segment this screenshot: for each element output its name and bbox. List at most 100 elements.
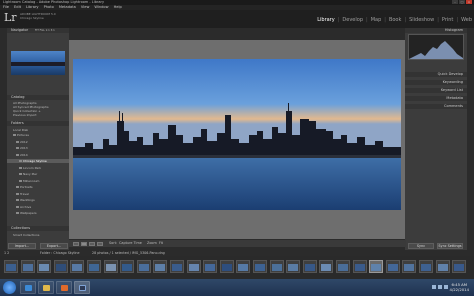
filmstrip-thumbnail[interactable] [70,260,85,273]
folder-item[interactable]: Lincoln Park [7,166,69,170]
filmstrip-thumbnail[interactable] [153,260,168,273]
filmstrip-thumbnail[interactable] [219,260,234,273]
close-button[interactable]: × [466,0,472,4]
folders-header[interactable]: Folders [7,121,69,126]
filmstrip-thumbnail[interactable] [352,260,367,273]
filmstrip-count: 28 photos / 1 selected / IMG_5306-Pano.d… [92,251,165,255]
folder-item[interactable]: Portraits [7,185,69,189]
maximize-button[interactable]: □ [459,0,465,4]
folder-icon [16,192,19,195]
catalog-item[interactable]: Previous Import [7,113,69,117]
filmstrip-thumbnail[interactable] [20,260,35,273]
keyword-list-header[interactable]: Keyword List [405,88,467,93]
navigator-modes[interactable]: FIT FILL 1:1 3:1 [35,29,55,32]
taskbar-explorer-icon[interactable] [38,281,54,294]
thumbnail-image [89,264,99,271]
loupe-view-icon[interactable] [81,242,87,246]
sync-settings-button[interactable]: Sync Settings [437,243,463,249]
filmstrip-thumbnail[interactable] [4,260,18,273]
filmstrip-thumbnail[interactable] [120,260,135,273]
building [341,135,347,157]
folder-item[interactable]: Millennium [7,179,69,183]
grid-view-icon[interactable] [73,242,79,246]
filmstrip-thumbnail[interactable] [452,260,467,273]
compare-view-icon[interactable] [89,242,95,246]
filmstrip-thumbnail[interactable] [419,260,433,273]
filmstrip-thumbnail[interactable] [369,260,384,273]
navigator-preview[interactable] [11,51,65,75]
folder-item[interactable]: Archive [7,205,69,209]
minimize-button[interactable]: – [452,0,458,4]
taskbar-lightroom-icon[interactable] [74,281,90,294]
loupe-view[interactable] [69,40,406,239]
folder-item[interactable]: Travel [7,192,69,196]
filmstrip-thumbnail[interactable] [236,260,251,273]
folder-item[interactable]: Weddings [7,198,69,202]
folder-item[interactable]: Chicago Skyline [7,159,69,163]
thumbnail-image [105,264,116,271]
filmstrip-thumbnail[interactable] [286,260,301,273]
export-button[interactable]: Export... [40,243,68,249]
module-slideshow[interactable]: Slideshow [409,17,434,23]
taskbar-ie-icon[interactable] [20,281,36,294]
flag-icon[interactable] [444,285,448,289]
folder-item[interactable]: 2013 [7,146,69,150]
filmstrip-thumbnail[interactable] [385,260,400,273]
metadata-header[interactable]: Metadata [405,96,467,101]
folder-item[interactable]: 2014 [7,153,69,157]
filmstrip-thumbnail[interactable] [319,260,334,273]
keywording-header[interactable]: Keywording [405,80,467,85]
start-button[interactable] [3,281,16,294]
module-develop[interactable]: Develop [342,17,363,23]
filmstrip-thumbnail[interactable] [302,260,317,273]
comments-header[interactable]: Comments [405,104,467,109]
taskbar-media-icon[interactable] [56,281,72,294]
network-icon[interactable] [432,285,436,289]
survey-view-icon[interactable] [97,242,103,246]
module-map[interactable]: Map [371,17,382,23]
zoom-value[interactable]: Fit [159,241,163,245]
page-1-icon[interactable]: 1 2 [4,251,9,255]
sync-button[interactable]: Sync [408,243,434,249]
module-picker: Library | Develop | Map | Book | Slidesh… [317,17,472,23]
filmstrip-thumbnail[interactable] [103,260,118,273]
filmstrip-thumbnail[interactable] [186,260,201,273]
building [286,111,292,157]
quick-develop-header[interactable]: Quick Develop [405,72,467,77]
folder-item[interactable]: 2012 [7,140,69,144]
folder-item[interactable]: Wallpapers [7,211,69,215]
module-book[interactable]: Book [389,17,401,23]
module-web[interactable]: Web [461,17,472,23]
module-library[interactable]: Library [317,17,334,23]
building [272,127,278,157]
filmstrip-thumbnail[interactable] [37,260,52,273]
folder-item[interactable]: Navy Pier [7,172,69,176]
filmstrip-thumbnail[interactable] [136,260,151,273]
folder-label: Pictures [17,133,29,137]
filmstrip-thumbnail[interactable] [53,260,68,273]
collection-item[interactable]: Smart Collections [7,233,69,237]
folder-label: Lincoln Park [23,165,42,170]
filmstrip-thumbnail[interactable] [336,260,350,273]
filmstrip-thumbnail[interactable] [203,260,218,273]
module-print[interactable]: Print [442,17,454,23]
collections-header[interactable]: Collections [7,226,69,231]
filmstrip-thumbnail[interactable] [87,260,101,273]
import-button[interactable]: Import... [8,243,36,249]
filmstrip-thumbnail[interactable] [435,260,450,273]
filmstrip-thumbnail[interactable] [402,260,417,273]
filmstrip-source[interactable]: Folder : Chicago Skyline [40,251,79,255]
sort-value[interactable]: Capture Time [119,241,142,245]
clock[interactable]: 6:45 AM 4/22/2014 [450,282,469,292]
building [85,143,93,157]
catalog-header[interactable]: Catalog [7,95,69,100]
filmstrip-thumbnail[interactable] [269,260,284,273]
main-photo[interactable] [73,59,401,210]
thumbnail-image [238,264,249,271]
filmstrip-thumbnail[interactable] [170,260,184,273]
histogram-header[interactable]: Histogram [405,28,467,33]
folder-volume[interactable]: Local Disk [7,128,69,132]
filmstrip-thumbnail[interactable] [253,260,267,273]
folder-item[interactable]: Pictures [7,133,69,137]
volume-icon[interactable] [438,285,442,289]
